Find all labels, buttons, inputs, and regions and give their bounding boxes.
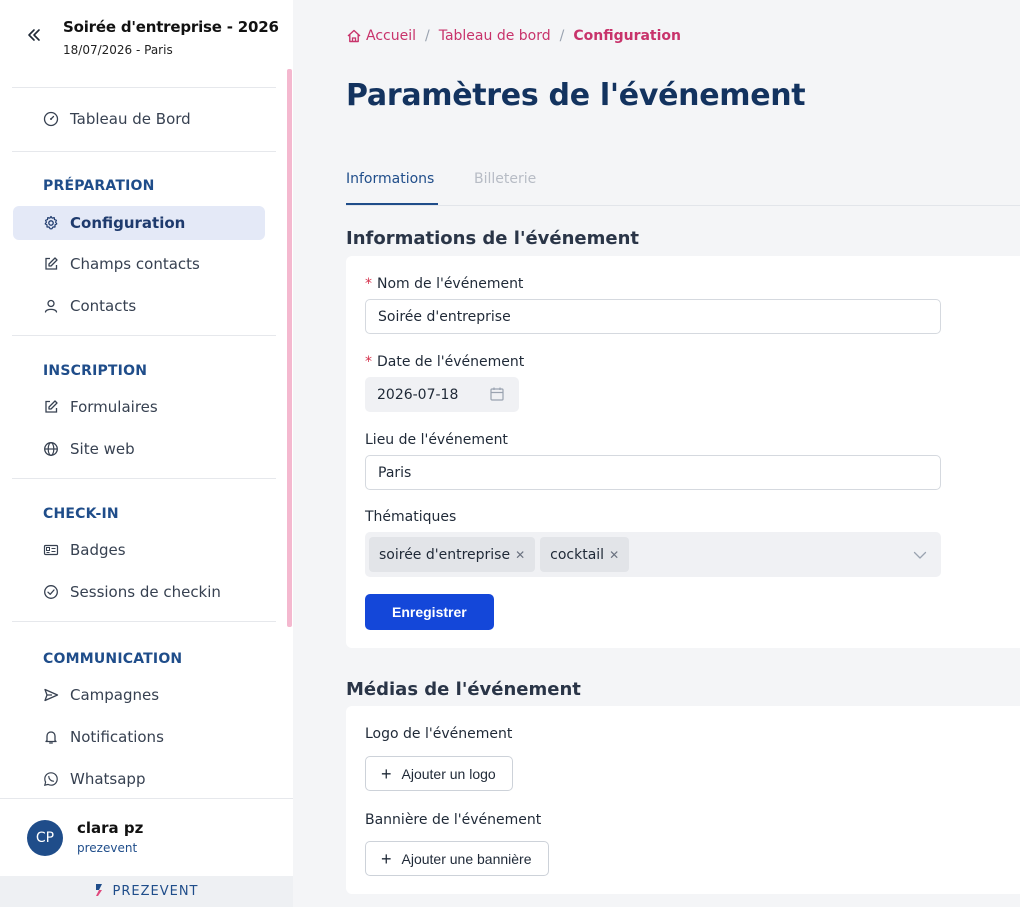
add-banner-button[interactable]: + Ajouter une bannière [365, 841, 549, 876]
theme-tag: cocktail ✕ [540, 537, 630, 572]
user-profile[interactable]: CP clara pz prezevent [0, 798, 293, 876]
avatar: CP [27, 820, 63, 856]
event-place-input[interactable]: Paris [365, 455, 941, 490]
sidebar-item-label: Contacts [70, 297, 137, 315]
sidebar-item-label: Sessions de checkin [70, 583, 221, 601]
globe-icon [42, 440, 60, 458]
section-label-communication: COMMUNICATION [43, 651, 183, 667]
add-logo-button[interactable]: + Ajouter un logo [365, 756, 513, 791]
sidebar-item-dashboard[interactable]: Tableau de Bord [13, 102, 265, 136]
user-icon [42, 297, 60, 315]
sidebar-item-label: Badges [70, 541, 126, 559]
required-marker: * [365, 276, 372, 292]
bell-icon [42, 728, 60, 746]
gear-icon [42, 214, 60, 232]
event-subtitle: 18/07/2026 - Paris [63, 43, 173, 57]
sidebar-item-label: Configuration [70, 214, 186, 232]
medias-card: Logo de l'événement + Ajouter un logo Ba… [346, 706, 1020, 894]
active-tab-indicator [346, 203, 438, 205]
section-title-informations: Informations de l'événement [346, 228, 640, 249]
event-title: Soirée d'entreprise - 2026 [63, 18, 279, 36]
plus-icon: + [381, 763, 392, 784]
field-label-name: * Nom de l'événement [365, 276, 524, 292]
check-circle-icon [42, 583, 60, 601]
collapse-sidebar-icon[interactable] [25, 26, 47, 48]
themes-select[interactable]: soirée d'entreprise ✕ cocktail ✕ [365, 532, 941, 577]
gauge-icon [42, 110, 60, 128]
sidebar-item-label: Tableau de Bord [70, 110, 191, 128]
breadcrumb-dashboard[interactable]: Tableau de bord [439, 28, 551, 44]
brand-footer: PREZEVENT [0, 876, 293, 907]
sidebar-item-site-web[interactable]: Site web [13, 432, 265, 466]
id-card-icon [42, 541, 60, 559]
user-name: clara pz [77, 819, 144, 837]
sidebar-item-champs-contacts[interactable]: Champs contacts [13, 247, 265, 281]
section-title-medias: Médias de l'événement [346, 679, 581, 700]
send-icon [42, 686, 60, 704]
field-label-themes: Thématiques [365, 509, 457, 525]
tab-informations[interactable]: Informations [346, 171, 434, 187]
sidebar-item-badges[interactable]: Badges [13, 533, 265, 567]
field-label-place: Lieu de l'événement [365, 432, 508, 448]
remove-tag-icon[interactable]: ✕ [609, 548, 619, 562]
user-org: prezevent [77, 841, 138, 855]
sidebar-item-label: Formulaires [70, 398, 158, 416]
sidebar-item-notifications[interactable]: Notifications [13, 720, 265, 754]
prezevent-logo-icon [95, 882, 107, 901]
divider [12, 335, 276, 336]
sidebar-scrollbar[interactable] [287, 69, 292, 627]
sidebar-item-formulaires[interactable]: Formulaires [13, 390, 265, 424]
edit-icon [42, 398, 60, 416]
event-name-input[interactable]: Soirée d'entreprise [365, 299, 941, 334]
brand-name: PREZEVENT [112, 884, 199, 899]
page-title: Paramètres de l'événement [346, 78, 806, 113]
sidebar-item-whatsapp[interactable]: Whatsapp [13, 762, 265, 796]
informations-card: * Nom de l'événement Soirée d'entreprise … [346, 256, 1020, 648]
tabs: Informations Billeterie [346, 160, 1020, 206]
section-label-preparation: PRÉPARATION [43, 178, 155, 194]
calendar-icon[interactable] [489, 386, 505, 402]
sidebar-item-sessions-checkin[interactable]: Sessions de checkin [13, 575, 265, 609]
sidebar-item-label: Campagnes [70, 686, 160, 704]
theme-tag: soirée d'entreprise ✕ [369, 537, 536, 572]
remove-tag-icon[interactable]: ✕ [515, 548, 525, 562]
sidebar-item-contacts[interactable]: Contacts [13, 289, 265, 323]
divider [12, 621, 276, 622]
date-value: 2026-07-18 [377, 386, 459, 403]
field-label-banner: Bannière de l'événement [365, 812, 542, 828]
sidebar-item-label: Champs contacts [70, 255, 200, 273]
plus-icon: + [381, 848, 392, 869]
sidebar-item-configuration[interactable]: Configuration [13, 206, 265, 240]
sidebar-item-label: Whatsapp [70, 770, 146, 788]
tab-billeterie[interactable]: Billeterie [474, 171, 536, 187]
field-label-date: * Date de l'événement [365, 354, 525, 370]
home-icon[interactable] [346, 28, 362, 44]
divider [12, 478, 276, 479]
section-label-checkin: CHECK-IN [43, 506, 119, 522]
whatsapp-icon [42, 770, 60, 788]
save-button[interactable]: Enregistrer [365, 594, 494, 630]
sidebar-header: Soirée d'entreprise - 2026 18/07/2026 - … [0, 0, 293, 88]
section-label-inscription: INSCRIPTION [43, 363, 148, 379]
breadcrumb: Accueil / Tableau de bord / Configuratio… [346, 28, 681, 44]
divider [12, 87, 276, 88]
sidebar-item-label: Site web [70, 440, 135, 458]
edit-icon [42, 255, 60, 273]
sidebar-item-campagnes[interactable]: Campagnes [13, 678, 265, 712]
event-date-input[interactable]: 2026-07-18 [365, 377, 519, 412]
sidebar-item-label: Notifications [70, 728, 164, 746]
breadcrumb-home[interactable]: Accueil [366, 28, 416, 44]
required-marker: * [365, 354, 372, 370]
sidebar: Soirée d'entreprise - 2026 18/07/2026 - … [0, 0, 293, 907]
chevron-down-icon[interactable] [913, 547, 927, 561]
field-label-logo: Logo de l'événement [365, 726, 513, 742]
breadcrumb-current: Configuration [573, 28, 681, 44]
divider [12, 151, 276, 152]
